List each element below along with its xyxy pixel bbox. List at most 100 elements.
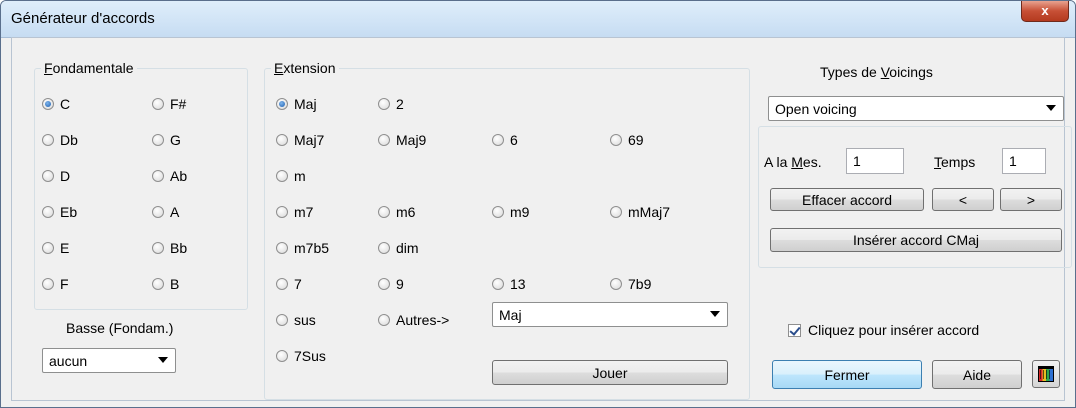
- basse-select[interactable]: aucun: [42, 348, 176, 373]
- extension-radio[interactable]: 2: [378, 95, 404, 113]
- root-radio[interactable]: C: [42, 95, 70, 113]
- keyboard-icon[interactable]: [1032, 360, 1060, 388]
- radio-button-icon: [276, 242, 288, 254]
- root-radio-label: A: [170, 204, 180, 220]
- radio-button-icon: [152, 170, 164, 182]
- extension-radio[interactable]: dim: [378, 239, 419, 257]
- root-radio[interactable]: D: [42, 167, 70, 185]
- title-bar: Générateur d'accords x: [1, 1, 1075, 38]
- beat-input[interactable]: 1: [1002, 148, 1046, 174]
- extension-radio[interactable]: 6: [492, 131, 518, 149]
- other-extension-value: Maj: [499, 306, 522, 323]
- extension-radio[interactable]: m6: [378, 203, 415, 221]
- previous-button[interactable]: <: [932, 188, 994, 211]
- root-radio-label: Bb: [170, 240, 188, 256]
- root-radio[interactable]: Db: [42, 131, 78, 149]
- help-button[interactable]: Aide: [932, 360, 1022, 389]
- extension-radio-label: Maj7: [294, 132, 325, 148]
- radio-button-icon: [378, 134, 390, 146]
- radio-button-icon: [276, 350, 288, 362]
- extension-radio[interactable]: 7b9: [610, 275, 651, 293]
- root-radio[interactable]: Ab: [152, 167, 187, 185]
- root-radio-label: Eb: [60, 204, 78, 220]
- root-radio-label: E: [60, 240, 70, 256]
- voicing-select[interactable]: Open voicing: [768, 96, 1064, 121]
- close-button[interactable]: Fermer: [772, 360, 922, 389]
- root-radio-label: G: [170, 132, 181, 148]
- basse-label: Basse (Fondam.): [66, 320, 174, 336]
- root-radio[interactable]: A: [152, 203, 179, 221]
- extension-radio[interactable]: sus: [276, 311, 316, 329]
- extension-radio[interactable]: 13: [492, 275, 526, 293]
- extension-radio-label: 6: [510, 132, 518, 148]
- radio-button-icon: [378, 278, 390, 290]
- radio-button-icon: [276, 170, 288, 182]
- extension-radio[interactable]: Maj: [276, 95, 317, 113]
- radio-button-icon: [276, 314, 288, 326]
- extension-radio[interactable]: m7: [276, 203, 313, 221]
- extension-radio-label: 7b9: [628, 276, 652, 292]
- extension-radio-label: 2: [396, 96, 404, 112]
- extension-legend: Extension: [271, 60, 339, 76]
- extension-radio[interactable]: Maj9: [378, 131, 426, 149]
- extension-radio-label: Maj: [294, 96, 317, 112]
- root-radio[interactable]: Bb: [152, 239, 187, 257]
- radio-button-icon: [152, 206, 164, 218]
- root-radio[interactable]: E: [42, 239, 69, 257]
- chevron-down-icon: [158, 357, 168, 363]
- extension-radio[interactable]: 7Sus: [276, 347, 326, 365]
- root-radio[interactable]: F#: [152, 95, 186, 113]
- radio-button-icon: [152, 278, 164, 290]
- extension-radio[interactable]: mMaj7: [610, 203, 670, 221]
- extension-radio-label: m9: [510, 204, 530, 220]
- radio-button-icon: [610, 134, 622, 146]
- chevron-down-icon: [1046, 105, 1056, 111]
- extension-radio-label: Maj9: [396, 132, 427, 148]
- root-radio-label: Ab: [170, 168, 188, 184]
- dialog-body: Fondamentale Basse (Fondam.) aucun Exten…: [11, 37, 1072, 401]
- radio-button-icon: [42, 206, 54, 218]
- radio-button-icon: [610, 278, 622, 290]
- extension-radio-label: m7: [294, 204, 314, 220]
- radio-button-icon: [152, 98, 164, 110]
- root-radio[interactable]: B: [152, 275, 179, 293]
- extension-radio[interactable]: m9: [492, 203, 529, 221]
- extension-radio[interactable]: Maj7: [276, 131, 324, 149]
- extension-radio-label: m7b5: [294, 240, 330, 256]
- radio-button-icon: [276, 98, 288, 110]
- insert-chord-button[interactable]: Insérer accord CMaj: [770, 228, 1062, 252]
- root-radio-label: B: [170, 276, 180, 292]
- radio-button-icon: [378, 206, 390, 218]
- play-button[interactable]: Jouer: [492, 360, 728, 385]
- fondamentale-legend: Fondamentale: [41, 60, 137, 76]
- root-radio[interactable]: G: [152, 131, 181, 149]
- root-radio[interactable]: F: [42, 275, 69, 293]
- insert-chord-checkbox[interactable]: [788, 324, 801, 337]
- voicing-title: Types de Voicings: [820, 64, 933, 80]
- measure-input[interactable]: 1: [846, 148, 904, 174]
- radio-button-icon: [276, 134, 288, 146]
- extension-radio[interactable]: 7: [276, 275, 302, 293]
- radio-button-icon: [42, 242, 54, 254]
- extension-radio[interactable]: 69: [610, 131, 644, 149]
- extension-radio-label: 9: [396, 276, 404, 292]
- radio-button-icon: [378, 242, 390, 254]
- next-button[interactable]: >: [1000, 188, 1062, 211]
- clear-chord-button[interactable]: Effacer accord: [770, 188, 924, 211]
- other-extension-select[interactable]: Maj: [492, 302, 728, 327]
- radio-button-icon: [42, 98, 54, 110]
- extension-radio[interactable]: m7b5: [276, 239, 329, 257]
- voicing-value: Open voicing: [775, 100, 857, 117]
- window-close-button[interactable]: x: [1021, 1, 1069, 22]
- radio-button-icon: [492, 206, 504, 218]
- keyboard-icon-glyph: [1038, 366, 1054, 382]
- extension-radio-label: dim: [396, 240, 419, 256]
- root-radio[interactable]: Eb: [42, 203, 77, 221]
- extension-radio[interactable]: 9: [378, 275, 404, 293]
- extension-radio-label: mMaj7: [628, 204, 671, 220]
- extension-radio[interactable]: m: [276, 167, 306, 185]
- extension-radio-label: m6: [396, 204, 416, 220]
- extension-radio-label: 7Sus: [294, 348, 326, 364]
- radio-button-icon: [276, 278, 288, 290]
- extension-radio[interactable]: Autres->: [378, 311, 449, 329]
